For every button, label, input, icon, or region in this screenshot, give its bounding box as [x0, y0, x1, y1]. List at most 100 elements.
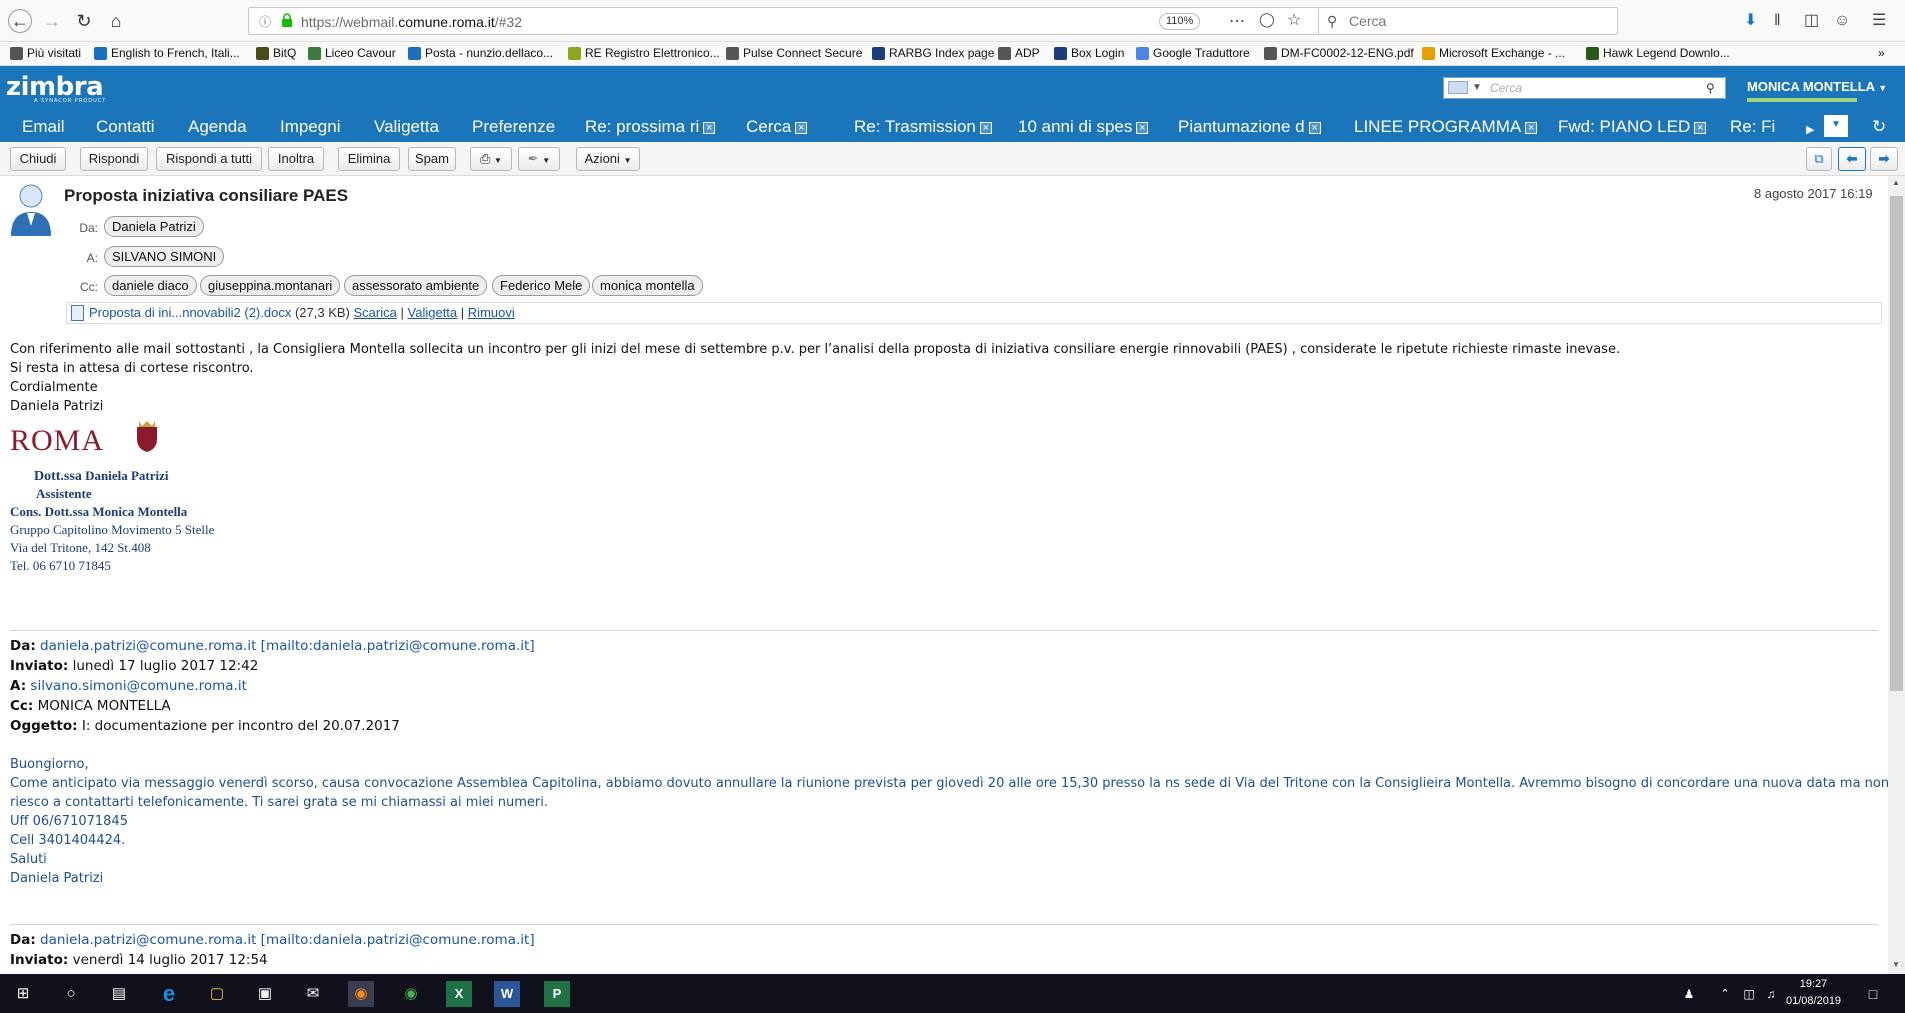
forward-button[interactable]: → — [40, 9, 64, 33]
from-chip[interactable]: Daniela Patrizi — [104, 216, 204, 237]
refresh-icon[interactable]: ↻ — [1872, 117, 1886, 137]
tab-item[interactable]: LINEE PROGRAMMA × — [1354, 117, 1538, 137]
close-tab-icon[interactable]: × — [1525, 122, 1538, 134]
back-button[interactable]: ← — [8, 9, 32, 33]
remove-link[interactable]: Rimuovi — [468, 305, 515, 320]
scroll-up-icon[interactable]: ▲ — [1892, 178, 1900, 187]
delete-button[interactable]: Elimina — [338, 147, 400, 171]
zimbra-logo[interactable]: zimbra A SYNACOR PRODUCT — [6, 72, 106, 104]
chevron-up-icon[interactable]: ⌃ — [1712, 981, 1738, 1007]
tab-item[interactable]: Impegni — [280, 117, 340, 137]
bookmark-item[interactable]: Google Traduttore — [1136, 46, 1250, 60]
close-tab-icon[interactable]: × — [979, 122, 992, 134]
bookmark-star-icon[interactable]: ☆ — [1287, 10, 1301, 30]
close-tab-icon[interactable]: × — [1694, 122, 1707, 134]
people-icon[interactable]: ♟ — [1676, 981, 1702, 1007]
page-actions-icon[interactable]: ⋯ — [1229, 11, 1245, 31]
bookmark-item[interactable]: English to French, Itali... — [94, 46, 240, 60]
volume-icon[interactable]: ♫ — [1758, 981, 1784, 1007]
download-icon[interactable]: ⬇ — [1744, 11, 1757, 31]
home-button[interactable]: ⌂ — [104, 9, 128, 33]
close-tab-icon[interactable]: × — [703, 122, 716, 134]
close-tab-icon[interactable]: × — [1136, 122, 1149, 134]
close-tab-icon[interactable]: × — [795, 122, 808, 134]
notifications-icon[interactable]: □ — [1860, 981, 1886, 1007]
sidebar-icon[interactable]: ◫ — [1804, 11, 1819, 31]
bookmark-item[interactable]: RE Registro Elettronico... — [568, 46, 720, 60]
scroll-down-icon[interactable]: ▼ — [1892, 960, 1900, 969]
zimbra-search-input[interactable]: ▼ Cerca ⚲ — [1443, 77, 1726, 99]
tab-item[interactable]: Valigetta — [374, 117, 439, 137]
briefcase-link[interactable]: Valigetta — [408, 305, 458, 320]
bookmark-item[interactable]: Hawk Legend Downlo... — [1586, 46, 1730, 60]
tabs-menu-button[interactable]: ▼ — [1824, 115, 1848, 137]
close-tab-icon[interactable]: × — [1308, 122, 1321, 134]
tab-item[interactable]: Re: Trasmission × — [854, 117, 992, 137]
search-icon[interactable]: ⚲ — [1706, 78, 1715, 98]
system-clock[interactable]: 19:27 01/08/2019 — [1786, 976, 1841, 1010]
tab-item[interactable]: Contatti — [96, 117, 155, 137]
bookmark-item[interactable]: ADP — [998, 46, 1040, 60]
chevron-down-icon[interactable]: ▼ — [1472, 78, 1482, 98]
tab-item[interactable]: Preferenze — [472, 117, 555, 137]
account-icon[interactable]: ☺ — [1834, 11, 1850, 31]
tab-item[interactable]: Fwd: PIANO LED × — [1558, 117, 1707, 137]
info-icon[interactable]: ⓘ — [259, 13, 271, 30]
excel-icon[interactable]: X — [446, 981, 472, 1007]
tab-item[interactable]: Agenda — [188, 117, 247, 137]
tab-item[interactable]: Cerca × — [746, 117, 808, 137]
bookmark-item[interactable]: Pulse Connect Secure — [726, 46, 862, 60]
scrollbar-thumb[interactable] — [1890, 196, 1903, 691]
tab-item[interactable]: Re: prossima ri × — [585, 117, 716, 137]
mail-icon[interactable]: ✉ — [300, 981, 326, 1007]
to-chip[interactable]: SILVANO SIMONI — [104, 246, 225, 267]
tab-item[interactable]: Re: Fi — [1730, 117, 1775, 137]
library-icon[interactable]: ‖ — [1774, 11, 1781, 31]
cortana-icon[interactable]: ○ — [58, 981, 84, 1007]
windows-start-icon[interactable]: ⊞ — [10, 981, 36, 1007]
pocket-icon[interactable]: ◯ — [1259, 11, 1275, 28]
close-button[interactable]: Chiudi — [10, 147, 66, 171]
zoom-level[interactable]: 110% — [1159, 13, 1201, 30]
reply-all-button[interactable]: Rispondi a tutti — [156, 147, 262, 171]
word-icon[interactable]: W — [494, 981, 520, 1007]
menu-icon[interactable]: ☰ — [1872, 11, 1886, 31]
cc-chip[interactable]: assessorato ambiente — [344, 275, 488, 296]
bookmark-item[interactable]: DM-FC0002-12-ENG.pdf — [1264, 46, 1414, 60]
cc-chip[interactable]: monica montella — [592, 275, 703, 296]
bookmark-item[interactable]: Microsoft Exchange - ... — [1422, 46, 1565, 60]
task-view-icon[interactable]: ▤ — [106, 981, 132, 1007]
reply-button[interactable]: Rispondi — [80, 147, 148, 171]
bookmark-item[interactable]: Box Login — [1054, 46, 1124, 60]
store-icon[interactable]: ▣ — [252, 981, 278, 1007]
spam-button[interactable]: Spam — [408, 147, 456, 171]
previous-message-button[interactable]: ⬅ — [1838, 147, 1866, 171]
next-message-button[interactable]: ➡ — [1870, 147, 1898, 171]
tag-button[interactable]: ✒ ▼ — [518, 147, 560, 171]
user-menu[interactable]: MONICA MONTELLA ▼ — [1747, 79, 1887, 94]
tabs-scroll-right-icon[interactable]: ▶ — [1806, 120, 1814, 140]
bookmark-item[interactable]: Posta - nunzio.dellaco... — [408, 46, 553, 60]
forward-button[interactable]: Inoltra — [268, 147, 324, 171]
actions-button[interactable]: Azioni ▼ — [576, 147, 640, 171]
bookmark-item[interactable]: RARBG Index page — [872, 46, 994, 60]
bookmarks-overflow-button[interactable]: » — [1878, 46, 1885, 60]
cc-chip[interactable]: daniele diaco — [104, 275, 197, 296]
bookmark-item[interactable]: BitQ — [256, 46, 296, 60]
cc-chip[interactable]: giuseppina.montanari — [200, 275, 341, 296]
chrome-icon[interactable]: ◉ — [398, 981, 424, 1007]
print-button[interactable]: ⎙ ▼ — [470, 147, 512, 171]
project-icon[interactable]: P — [544, 981, 570, 1007]
attachment-name[interactable]: Proposta di ini...nnovabili2 (2).docx — [89, 305, 291, 320]
url-bar[interactable]: ⓘ https://webmail.comune.roma.it/#32 110… — [248, 7, 1324, 35]
folder-icon[interactable]: ▢ — [204, 981, 230, 1007]
tab-item[interactable]: 10 anni di spes × — [1018, 117, 1149, 137]
download-link[interactable]: Scarica — [354, 305, 397, 320]
detach-button[interactable]: ⧉ — [1806, 147, 1832, 171]
tab-item[interactable]: Piantumazione d × — [1178, 117, 1321, 137]
mail-icon[interactable] — [1448, 81, 1468, 94]
browser-search-input[interactable]: ⚲ Cerca — [1318, 7, 1618, 35]
scrollbar[interactable]: ▲ ▼ — [1888, 176, 1905, 974]
reload-button[interactable]: ↻ — [72, 9, 96, 33]
bookmark-item[interactable]: Liceo Cavour — [308, 46, 396, 60]
